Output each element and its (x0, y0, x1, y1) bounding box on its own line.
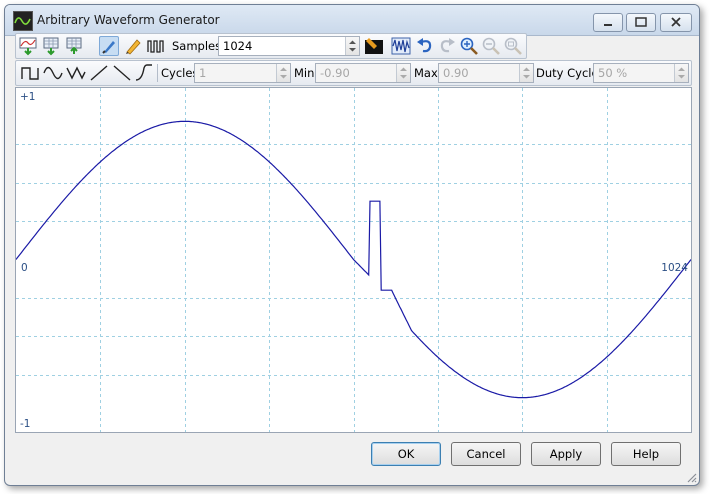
window-title: Arbitrary Waveform Generator (37, 13, 220, 27)
ramp-down-icon[interactable] (112, 63, 132, 83)
zoom-out-icon (481, 36, 501, 56)
zoom-in-icon[interactable] (459, 36, 479, 56)
close-button[interactable] (660, 13, 692, 32)
triangle-wave-icon[interactable] (66, 63, 86, 83)
duty-cycle-value: 50 % (598, 66, 628, 80)
main-toolbar: Samples 1024 (15, 33, 527, 59)
max-spinner[interactable] (519, 64, 533, 82)
duty-cycle-spinner[interactable] (674, 64, 688, 82)
clear-waveform-icon[interactable] (364, 36, 384, 56)
duty-cycle-label: Duty Cycle (536, 66, 599, 80)
pencil-draw-icon[interactable] (123, 36, 143, 56)
sine-wave-icon[interactable] (43, 63, 63, 83)
waveform-canvas[interactable]: +1 -1 0 1024 (15, 87, 692, 433)
apply-button[interactable]: Apply (531, 442, 601, 466)
samples-input[interactable]: 1024 (218, 36, 360, 56)
waveform-generator-window: Arbitrary Waveform Generator Samples 102… (4, 4, 700, 486)
resize-grip-icon[interactable] (685, 471, 697, 483)
load-table-icon[interactable] (41, 36, 61, 56)
waveform-line[interactable] (16, 120, 691, 399)
toolbar-separator (157, 64, 158, 82)
samples-label: Samples (172, 39, 222, 53)
y-max-label: +1 (20, 91, 36, 103)
zoom-reset-icon (503, 36, 523, 56)
min-input[interactable]: -0.90 (315, 63, 411, 83)
waveform-app-icon (13, 11, 33, 31)
brush-draw-icon[interactable] (99, 36, 119, 56)
samples-spinner[interactable] (345, 37, 359, 55)
ramp-up-icon[interactable] (89, 63, 109, 83)
cycles-value: 1 (199, 66, 207, 80)
cycles-input[interactable]: 1 (194, 63, 291, 83)
samples-value: 1024 (223, 39, 253, 53)
square-wave-icon[interactable] (20, 63, 40, 83)
cycles-label: Cycles (161, 66, 199, 80)
min-label: Min (294, 66, 315, 80)
title-bar[interactable]: Arbitrary Waveform Generator (5, 5, 699, 36)
min-value: -0.90 (320, 66, 350, 80)
waveform-plot[interactable] (16, 88, 691, 432)
duty-cycle-input[interactable]: 50 % (593, 63, 689, 83)
max-label: Max (414, 66, 438, 80)
undo-icon[interactable] (415, 36, 435, 56)
min-spinner[interactable] (396, 64, 410, 82)
shape-toolbar: Cycles 1 Min -0.90 Max 0.90 Duty Cycle 5… (15, 60, 692, 86)
max-value: 0.90 (443, 66, 469, 80)
max-input[interactable]: 0.90 (438, 63, 534, 83)
x-end-label: 1024 (661, 262, 688, 274)
ok-button[interactable]: OK (371, 442, 441, 466)
redo-icon (437, 36, 457, 56)
sample-points-icon[interactable] (146, 36, 166, 56)
y-min-label: -1 (20, 418, 31, 430)
noise-waveform-icon[interactable] (391, 36, 411, 56)
minimize-button[interactable] (593, 13, 623, 32)
gaussian-wave-icon[interactable] (135, 63, 155, 83)
import-waveform-icon[interactable] (18, 36, 38, 56)
maximize-button[interactable] (626, 13, 656, 32)
cancel-button[interactable]: Cancel (451, 442, 521, 466)
help-button[interactable]: Help (611, 442, 681, 466)
export-table-icon[interactable] (64, 36, 84, 56)
cycles-spinner[interactable] (276, 64, 290, 82)
x-start-label: 0 (21, 262, 28, 274)
